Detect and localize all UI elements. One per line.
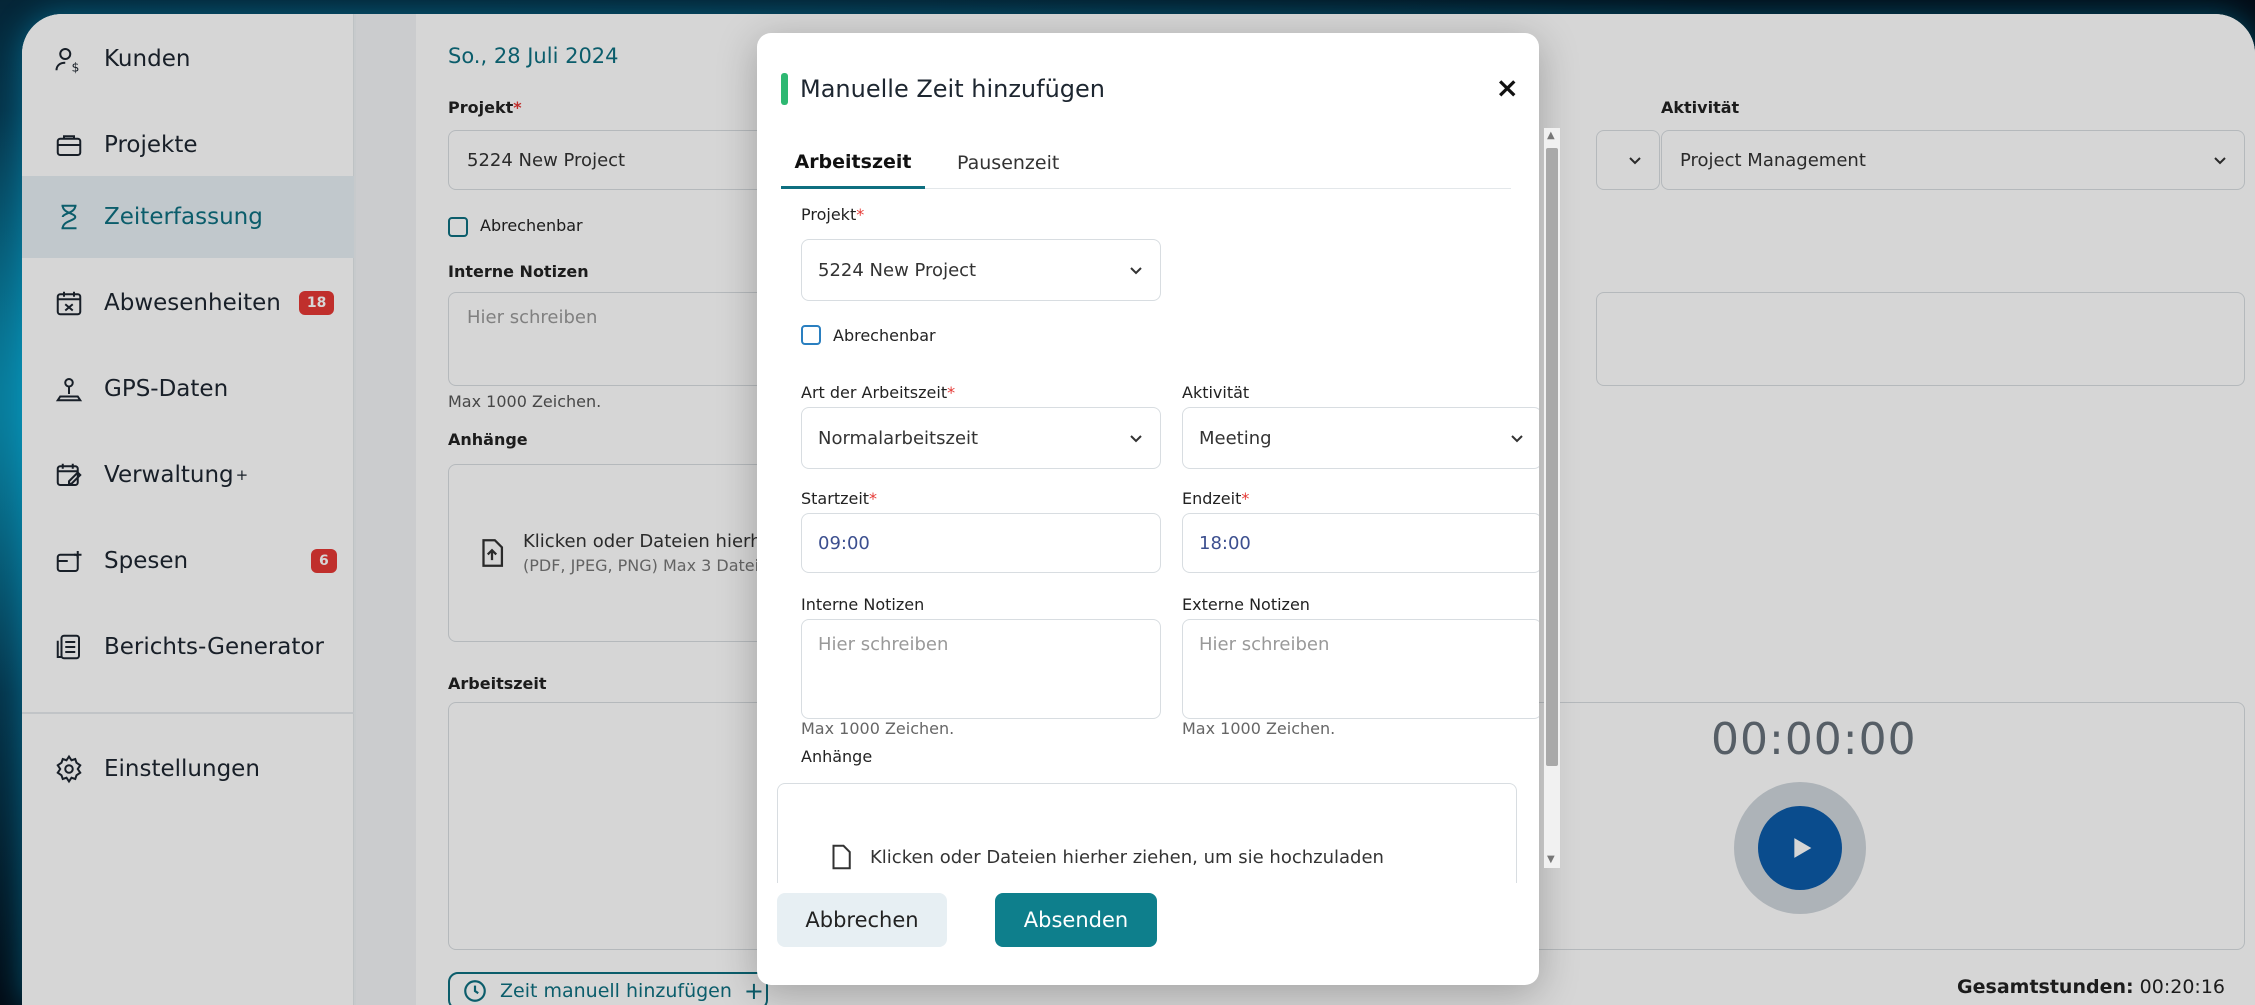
chevron-down-icon bbox=[1130, 267, 1142, 275]
internal-notes-placeholder: Hier schreiben bbox=[818, 634, 949, 655]
work-type-label: Art der Arbeitszeit* bbox=[801, 383, 955, 402]
modal-attachments-dropzone[interactable]: Klicken oder Dateien hierher ziehen, um … bbox=[777, 783, 1517, 883]
modal-scrollbar-thumb[interactable] bbox=[1546, 148, 1558, 766]
work-type-label-text: Art der Arbeitszeit bbox=[801, 383, 948, 402]
end-time-value: 18:00 bbox=[1199, 532, 1251, 554]
chevron-down-icon bbox=[1130, 435, 1142, 443]
close-icon[interactable]: × bbox=[1496, 71, 1519, 104]
modal-billable-checkbox[interactable] bbox=[801, 325, 821, 345]
modal-tabs: Arbeitszeit Pausenzeit bbox=[781, 137, 1511, 189]
submit-button[interactable]: Absenden bbox=[995, 893, 1157, 947]
end-time-label-text: Endzeit bbox=[1182, 489, 1242, 508]
scroll-up-arrow-icon[interactable]: ▲ bbox=[1547, 130, 1555, 141]
modal-activity-value: Meeting bbox=[1199, 427, 1272, 449]
start-time-label: Startzeit* bbox=[801, 489, 877, 508]
start-time-label-text: Startzeit bbox=[801, 489, 870, 508]
modal-project-select[interactable]: 5224 New Project bbox=[801, 239, 1161, 301]
upload-file-icon bbox=[832, 844, 851, 870]
modal-billable-row[interactable]: Abrechenbar bbox=[801, 325, 936, 345]
tab-pausenzeit[interactable]: Pausenzeit bbox=[957, 137, 1059, 189]
start-time-input[interactable]: 09:00 bbox=[801, 513, 1161, 573]
upload-prompt: Klicken oder Dateien hierher ziehen, um … bbox=[826, 842, 1384, 872]
required-marker: * bbox=[947, 383, 956, 402]
modal-activity-label: Aktivität bbox=[1182, 383, 1250, 402]
modal-work-type-select[interactable]: Normalarbeitszeit bbox=[801, 407, 1161, 469]
required-marker: * bbox=[869, 489, 878, 508]
required-marker: * bbox=[1241, 489, 1250, 508]
scroll-down-arrow-icon[interactable]: ▼ bbox=[1547, 854, 1555, 865]
upload-prompt-text: Klicken oder Dateien hierher ziehen, um … bbox=[870, 846, 1384, 868]
modal-project-label: Projekt* bbox=[801, 205, 864, 224]
end-time-input[interactable]: 18:00 bbox=[1182, 513, 1539, 573]
modal-project-label-text: Projekt bbox=[801, 205, 857, 224]
title-accent-bar bbox=[781, 73, 788, 105]
modal-title: Manuelle Zeit hinzufügen bbox=[781, 73, 1105, 105]
modal-work-type-value: Normalarbeitszeit bbox=[818, 427, 979, 449]
modal-activity-select[interactable]: Meeting bbox=[1182, 407, 1539, 469]
external-notes-placeholder: Hier schreiben bbox=[1199, 634, 1330, 655]
cancel-button[interactable]: Abbrechen bbox=[777, 893, 947, 947]
modal-internal-notes-textarea[interactable]: Hier schreiben bbox=[801, 619, 1161, 719]
chevron-down-icon bbox=[1511, 435, 1523, 443]
start-time-value: 09:00 bbox=[818, 532, 870, 554]
modal-project-value: 5224 New Project bbox=[818, 259, 977, 281]
end-time-label: Endzeit* bbox=[1182, 489, 1249, 508]
modal-external-notes-textarea[interactable]: Hier schreiben bbox=[1182, 619, 1539, 719]
modal-attachments-label: Anhänge bbox=[801, 747, 873, 766]
tab-arbeitszeit[interactable]: Arbeitszeit bbox=[781, 137, 925, 189]
app-window: $ Kunden Projekte Zeiterfassung Abwesenh… bbox=[22, 14, 2255, 1005]
modal-internal-notes-label: Interne Notizen bbox=[801, 595, 925, 614]
internal-max-chars-hint: Max 1000 Zeichen. bbox=[801, 719, 955, 738]
app: $ Kunden Projekte Zeiterfassung Abwesenh… bbox=[22, 14, 2255, 1005]
modal-billable-label: Abrechenbar bbox=[833, 325, 936, 345]
modal-external-notes-label: Externe Notizen bbox=[1182, 595, 1310, 614]
required-marker: * bbox=[856, 205, 865, 224]
external-max-chars-hint: Max 1000 Zeichen. bbox=[1182, 719, 1336, 738]
manual-time-modal: Manuelle Zeit hinzufügen × Arbeitszeit P… bbox=[757, 33, 1539, 985]
modal-title-text: Manuelle Zeit hinzufügen bbox=[800, 75, 1106, 103]
